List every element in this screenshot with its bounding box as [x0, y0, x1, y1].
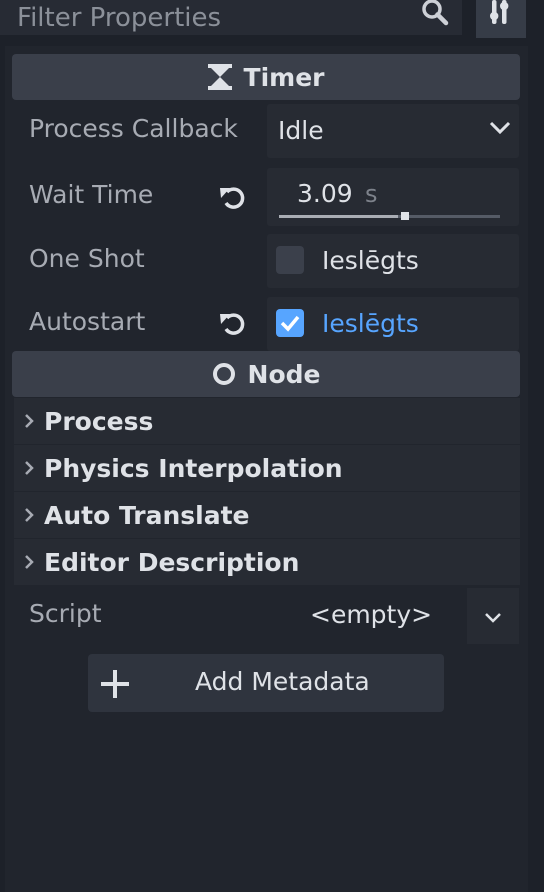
wait-time-slider-grabber[interactable]	[401, 212, 410, 220]
revert-icon[interactable]	[218, 182, 248, 212]
autostart-toggle[interactable]: Ieslēgts	[267, 297, 519, 351]
checkmark-icon	[276, 315, 304, 341]
hourglass-icon	[207, 64, 232, 90]
group-label: Process	[44, 406, 154, 436]
script-resource-picker[interactable]: <empty>	[265, 588, 465, 644]
group-auto-translate[interactable]: Auto Translate	[14, 492, 520, 538]
node-section-title: Node	[247, 359, 321, 389]
search-icon	[420, 0, 450, 26]
one-shot-toggle[interactable]: Ieslēgts	[267, 234, 519, 288]
wait-time-value: 3.09	[297, 179, 353, 208]
tools-button[interactable]	[476, 0, 526, 38]
group-physics-interpolation[interactable]: Physics Interpolation	[14, 445, 520, 491]
group-process[interactable]: Process	[14, 398, 520, 444]
wait-time-slider-fill	[279, 215, 399, 218]
one-shot-value: Ieslēgts	[322, 246, 419, 275]
node-section-header[interactable]: Node	[12, 351, 520, 397]
chevron-right-icon	[14, 506, 44, 524]
scrollbar-track[interactable]	[528, 46, 544, 892]
script-dropdown-button[interactable]	[467, 588, 519, 644]
autostart-label: Autostart	[29, 307, 146, 336]
timer-section-title: Timer	[243, 62, 325, 92]
autostart-checkbox[interactable]	[276, 309, 304, 337]
revert-icon[interactable]	[218, 308, 248, 338]
process-callback-label: Process Callback	[29, 114, 238, 143]
script-label: Script	[29, 599, 102, 628]
timer-section-header[interactable]: Timer	[12, 54, 520, 100]
plus-icon	[100, 669, 130, 703]
autostart-value: Ieslēgts	[322, 309, 419, 338]
wait-time-spinbox[interactable]: 3.09 s	[267, 168, 519, 226]
one-shot-label: One Shot	[29, 244, 145, 273]
chevron-right-icon	[14, 412, 44, 430]
group-label: Physics Interpolation	[44, 453, 343, 483]
chevron-down-icon	[489, 120, 511, 140]
chevron-right-icon	[14, 459, 44, 477]
one-shot-checkbox[interactable]	[276, 246, 304, 274]
group-editor-description[interactable]: Editor Description	[14, 539, 520, 585]
circle-node-icon	[212, 362, 236, 386]
group-label: Editor Description	[44, 547, 300, 577]
wait-time-label: Wait Time	[29, 180, 154, 209]
add-metadata-button[interactable]: Add Metadata	[88, 654, 444, 712]
wait-time-slider[interactable]	[279, 212, 500, 220]
script-value: <empty>	[310, 600, 433, 629]
process-callback-value: Idle	[278, 116, 324, 145]
chevron-right-icon	[14, 553, 44, 571]
group-label: Auto Translate	[44, 500, 250, 530]
filter-properties-input[interactable]	[0, 0, 462, 35]
add-metadata-label: Add Metadata	[195, 667, 370, 696]
chevron-down-icon	[484, 610, 502, 629]
wait-time-unit: s	[365, 180, 378, 208]
process-callback-dropdown[interactable]: Idle	[267, 104, 519, 158]
tools-icon	[486, 0, 516, 30]
